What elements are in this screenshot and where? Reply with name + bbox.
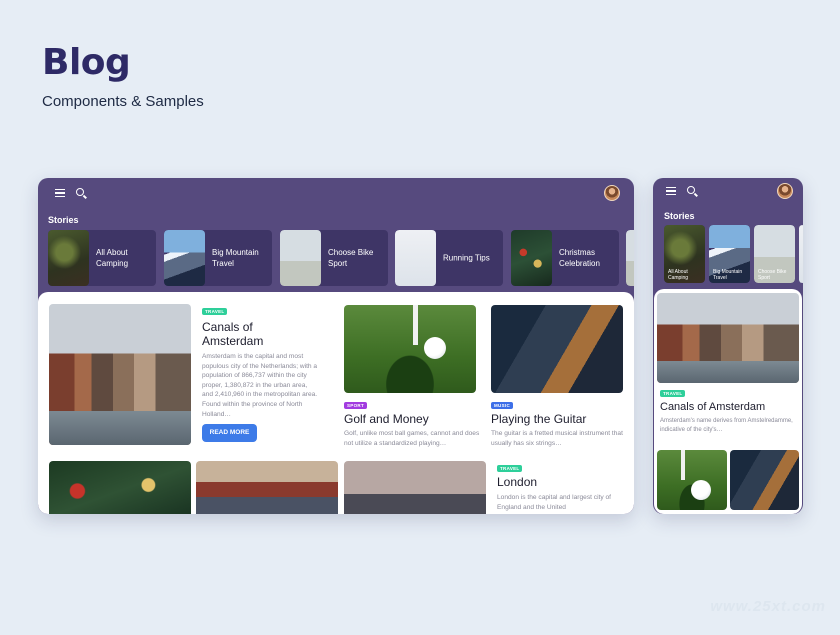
menu-icon[interactable] xyxy=(666,187,676,195)
read-more-button[interactable]: READ MORE xyxy=(202,424,257,442)
card-excerpt: Golf, unlike most ball games, cannot and… xyxy=(344,430,480,447)
story-card[interactable] xyxy=(626,230,634,286)
category-badge: SPORT xyxy=(344,402,368,409)
page-subtitle: Components & Samples xyxy=(42,93,204,110)
category-badge: MUSIC xyxy=(491,402,513,409)
featured-image[interactable] xyxy=(49,304,191,445)
story-label: All About Camping xyxy=(668,269,689,281)
card-image[interactable] xyxy=(49,461,191,514)
story-image xyxy=(799,225,803,283)
card-image[interactable] xyxy=(657,450,727,510)
card-image[interactable] xyxy=(344,461,486,514)
card-image[interactable] xyxy=(344,305,476,393)
search-icon[interactable] xyxy=(687,186,695,194)
card-title[interactable]: London xyxy=(497,475,537,489)
story-label: Christmas Celebration xyxy=(559,248,600,268)
story-label: Big Mountain Travel xyxy=(212,248,259,268)
page-title: Blog xyxy=(42,42,131,83)
story-image xyxy=(48,230,89,286)
card-title[interactable]: Playing the Guitar xyxy=(491,412,586,426)
stories-label: Stories xyxy=(48,215,79,225)
story-label: All About Camping xyxy=(96,248,129,268)
story-card[interactable]: Choose Bike Sport xyxy=(754,225,795,283)
story-card[interactable]: All About Camping xyxy=(664,225,705,283)
featured-title[interactable]: Canals of Amsterdam xyxy=(202,320,284,348)
featured-excerpt: Amsterdam's name derives from Amstelreda… xyxy=(660,418,793,433)
card-excerpt: The guitar is a fretted musical instrume… xyxy=(491,430,623,447)
story-card[interactable]: Running Tips xyxy=(395,230,503,286)
article-feed: TRAVEL Canals of Amsterdam Amsterdam is … xyxy=(38,292,634,514)
watermark: www.25xt.com xyxy=(710,598,826,615)
story-label: Running Tips xyxy=(443,253,490,263)
story-label: Choose Bike Sport xyxy=(328,248,374,268)
card-title[interactable]: Golf and Money xyxy=(344,412,429,426)
mobile-mockup: Stories All About Camping Big Mountain T… xyxy=(653,178,803,514)
menu-icon[interactable] xyxy=(55,189,65,197)
story-card[interactable]: Big Mountain Travel xyxy=(164,230,272,286)
story-card[interactable]: Big Mountain Travel xyxy=(709,225,750,283)
story-card[interactable]: All About Camping xyxy=(48,230,156,286)
card-image[interactable] xyxy=(491,305,623,393)
card-image[interactable] xyxy=(196,461,338,514)
story-card[interactable]: Christmas Celebration xyxy=(511,230,619,286)
story-image xyxy=(511,230,552,286)
desktop-mockup: Stories All About Camping Big Mountain T… xyxy=(38,178,634,514)
story-label: Big Mountain Travel xyxy=(713,269,743,281)
category-badge: TRAVEL xyxy=(660,390,686,397)
category-badge: TRAVEL xyxy=(202,308,228,315)
search-icon[interactable] xyxy=(76,188,84,196)
story-image xyxy=(164,230,205,286)
story-image xyxy=(280,230,321,286)
featured-title[interactable]: Canals of Amsterdam xyxy=(660,401,765,413)
story-card[interactable]: Choose Bike Sport xyxy=(280,230,388,286)
featured-excerpt: Amsterdam is the capital and most populo… xyxy=(202,353,318,418)
featured-image[interactable] xyxy=(657,293,799,383)
avatar[interactable] xyxy=(777,183,793,199)
avatar[interactable] xyxy=(604,185,620,201)
story-image xyxy=(395,230,436,286)
card-image[interactable] xyxy=(730,450,799,510)
category-badge: TRAVEL xyxy=(497,465,523,472)
story-card[interactable] xyxy=(799,225,803,283)
stories-label: Stories xyxy=(664,211,695,221)
story-image xyxy=(626,230,634,286)
card-excerpt: London is the capital and largest city o… xyxy=(497,494,611,511)
story-label: Choose Bike Sport xyxy=(758,269,787,281)
article-feed: TRAVEL Canals of Amsterdam Amsterdam's n… xyxy=(654,289,802,514)
